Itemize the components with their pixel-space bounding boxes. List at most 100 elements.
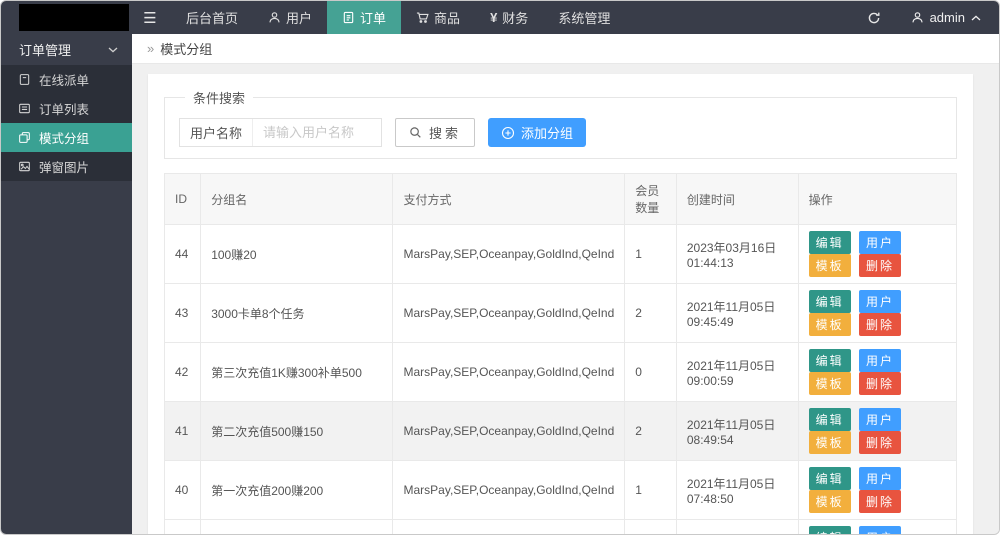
logo bbox=[19, 4, 129, 31]
col-header-actions: 操作 bbox=[798, 174, 956, 225]
cell-id: 42 bbox=[165, 343, 201, 402]
user-button[interactable]: 用户 bbox=[859, 349, 901, 372]
cell-group-name: 3000卡单8个任务 bbox=[201, 284, 393, 343]
sidebar-item-online-dispatch[interactable]: 在线派单 bbox=[1, 65, 132, 94]
plus-circle-icon bbox=[501, 126, 515, 140]
sidebar-group-label: 订单管理 bbox=[19, 40, 71, 59]
order-file-icon bbox=[342, 11, 355, 24]
user-menu[interactable]: admin bbox=[897, 1, 999, 34]
table-row: 40 第一次充值200赚200 MarsPay,SEP,Oceanpay,Gol… bbox=[165, 461, 957, 520]
cell-payment-methods: MarsPay,SEP,Oceanpay,GoldInd,QeInd bbox=[393, 225, 625, 284]
cell-actions: 编辑 用户 模板 删除 bbox=[798, 520, 956, 535]
nav-item-home[interactable]: 后台首页 bbox=[171, 1, 253, 34]
main-content: » 模式分组 条件搜索 用户名称 搜索 bbox=[132, 34, 999, 534]
cell-actions: 编辑 用户 模板 删除 bbox=[798, 225, 956, 284]
template-button[interactable]: 模板 bbox=[809, 372, 851, 395]
add-group-button[interactable]: 添加分组 bbox=[488, 118, 586, 147]
col-header-name: 分组名 bbox=[201, 174, 393, 225]
user-button[interactable]: 用户 bbox=[859, 408, 901, 431]
user-name: admin bbox=[930, 10, 965, 25]
delete-button[interactable]: 删除 bbox=[859, 372, 901, 395]
user-button[interactable]: 用户 bbox=[859, 290, 901, 313]
nav-label: 用户 bbox=[286, 8, 312, 27]
sidebar-item-mode-group[interactable]: 模式分组 bbox=[1, 123, 132, 152]
template-button[interactable]: 模板 bbox=[809, 431, 851, 454]
username-field-group: 用户名称 bbox=[179, 118, 382, 147]
cell-member-count: 0 bbox=[625, 520, 677, 535]
nav-label: 财务 bbox=[502, 8, 528, 27]
cell-created-time: 2021年11月05日 08:49:54 bbox=[676, 402, 798, 461]
refresh-icon[interactable] bbox=[851, 1, 897, 34]
cell-actions: 编辑 用户 模板 删除 bbox=[798, 284, 956, 343]
sidebar-group-order-management[interactable]: 订单管理 bbox=[1, 34, 132, 65]
table-row: 44 100赚20 MarsPay,SEP,Oceanpay,GoldInd,Q… bbox=[165, 225, 957, 284]
sidebar-item-label: 模式分组 bbox=[39, 128, 89, 147]
cell-created-time: 2023年03月16日 01:44:13 bbox=[676, 225, 798, 284]
edit-button[interactable]: 编辑 bbox=[809, 408, 851, 431]
cell-created-time: 2021年11月05日 09:45:49 bbox=[676, 284, 798, 343]
table-row: 42 第三次充值1K赚300补单500 MarsPay,SEP,Oceanpay… bbox=[165, 343, 957, 402]
col-header-id: ID bbox=[165, 174, 201, 225]
username-field-label: 用户名称 bbox=[180, 119, 253, 146]
user-button[interactable]: 用户 bbox=[859, 467, 901, 490]
col-header-created: 创建时间 bbox=[676, 174, 798, 225]
cell-member-count: 2 bbox=[625, 402, 677, 461]
sidebar-toggle-icon[interactable]: ☰ bbox=[129, 1, 171, 34]
page-body: 条件搜索 用户名称 搜索 bbox=[132, 64, 999, 534]
username-input[interactable] bbox=[253, 119, 381, 146]
cell-payment-methods: MarsPay,SEP,Oceanpay,GoldInd,QeInd bbox=[393, 284, 625, 343]
delete-button[interactable]: 删除 bbox=[859, 254, 901, 277]
delete-button[interactable]: 删除 bbox=[859, 490, 901, 513]
cell-created-time: 2021年11月05日 07:48:50 bbox=[676, 461, 798, 520]
cell-group-name: 100赚20 bbox=[201, 225, 393, 284]
table-row: 39 叠加 MarsPay,SEP,Oceanpay,GoldInd,QeInd… bbox=[165, 520, 957, 535]
cell-created-time: 2021年11月04日 20:48:17 bbox=[676, 520, 798, 535]
cell-member-count: 1 bbox=[625, 461, 677, 520]
sidebar-item-popup-image[interactable]: 弹窗图片 bbox=[1, 152, 132, 181]
nav-item-goods[interactable]: 商品 bbox=[401, 1, 475, 34]
yen-icon: ¥ bbox=[490, 10, 497, 25]
table-header: ID 分组名 支付方式 会员数量 创建时间 操作 bbox=[165, 174, 957, 225]
edit-button[interactable]: 编辑 bbox=[809, 526, 851, 534]
edit-button[interactable]: 编辑 bbox=[809, 231, 851, 254]
cell-actions: 编辑 用户 模板 删除 bbox=[798, 343, 956, 402]
table-body: 44 100赚20 MarsPay,SEP,Oceanpay,GoldInd,Q… bbox=[165, 225, 957, 535]
app-window: ☰ 后台首页 用户 订单 商品 ¥ 财务 系统管理 bbox=[0, 0, 1000, 535]
col-header-members: 会员数量 bbox=[625, 174, 677, 225]
cell-id: 39 bbox=[165, 520, 201, 535]
delete-button[interactable]: 删除 bbox=[859, 313, 901, 336]
cell-payment-methods: MarsPay,SEP,Oceanpay,GoldInd,QeInd bbox=[393, 520, 625, 535]
cell-id: 44 bbox=[165, 225, 201, 284]
nav-item-finance[interactable]: ¥ 财务 bbox=[475, 1, 543, 34]
col-header-payment: 支付方式 bbox=[393, 174, 625, 225]
template-button[interactable]: 模板 bbox=[809, 254, 851, 277]
search-row: 用户名称 搜索 添加分组 bbox=[179, 118, 942, 147]
sidebar-menu: 在线派单 订单列表 模式分组 弹窗图片 bbox=[1, 65, 132, 181]
breadcrumb-separator: » bbox=[147, 41, 154, 56]
mode-group-icon bbox=[18, 131, 31, 144]
edit-button[interactable]: 编辑 bbox=[809, 349, 851, 372]
nav-label: 商品 bbox=[434, 8, 460, 27]
cell-payment-methods: MarsPay,SEP,Oceanpay,GoldInd,QeInd bbox=[393, 343, 625, 402]
edit-button[interactable]: 编辑 bbox=[809, 467, 851, 490]
nav-item-system[interactable]: 系统管理 bbox=[543, 1, 625, 34]
cell-group-name: 叠加 bbox=[201, 520, 393, 535]
sidebar-item-order-list[interactable]: 订单列表 bbox=[1, 94, 132, 123]
table-row: 41 第二次充值500赚150 MarsPay,SEP,Oceanpay,Gol… bbox=[165, 402, 957, 461]
sidebar-item-label: 弹窗图片 bbox=[39, 157, 89, 176]
topbar: ☰ 后台首页 用户 订单 商品 ¥ 财务 系统管理 bbox=[1, 1, 999, 34]
template-button[interactable]: 模板 bbox=[809, 490, 851, 513]
user-button[interactable]: 用户 bbox=[859, 526, 901, 534]
order-list-icon bbox=[18, 102, 31, 115]
search-button[interactable]: 搜索 bbox=[395, 118, 475, 147]
cell-member-count: 0 bbox=[625, 343, 677, 402]
template-button[interactable]: 模板 bbox=[809, 313, 851, 336]
user-button[interactable]: 用户 bbox=[859, 231, 901, 254]
user-icon bbox=[911, 11, 924, 24]
cell-actions: 编辑 用户 模板 删除 bbox=[798, 461, 956, 520]
nav-item-users[interactable]: 用户 bbox=[253, 1, 327, 34]
cell-id: 41 bbox=[165, 402, 201, 461]
edit-button[interactable]: 编辑 bbox=[809, 290, 851, 313]
delete-button[interactable]: 删除 bbox=[859, 431, 901, 454]
nav-item-orders[interactable]: 订单 bbox=[327, 1, 401, 34]
